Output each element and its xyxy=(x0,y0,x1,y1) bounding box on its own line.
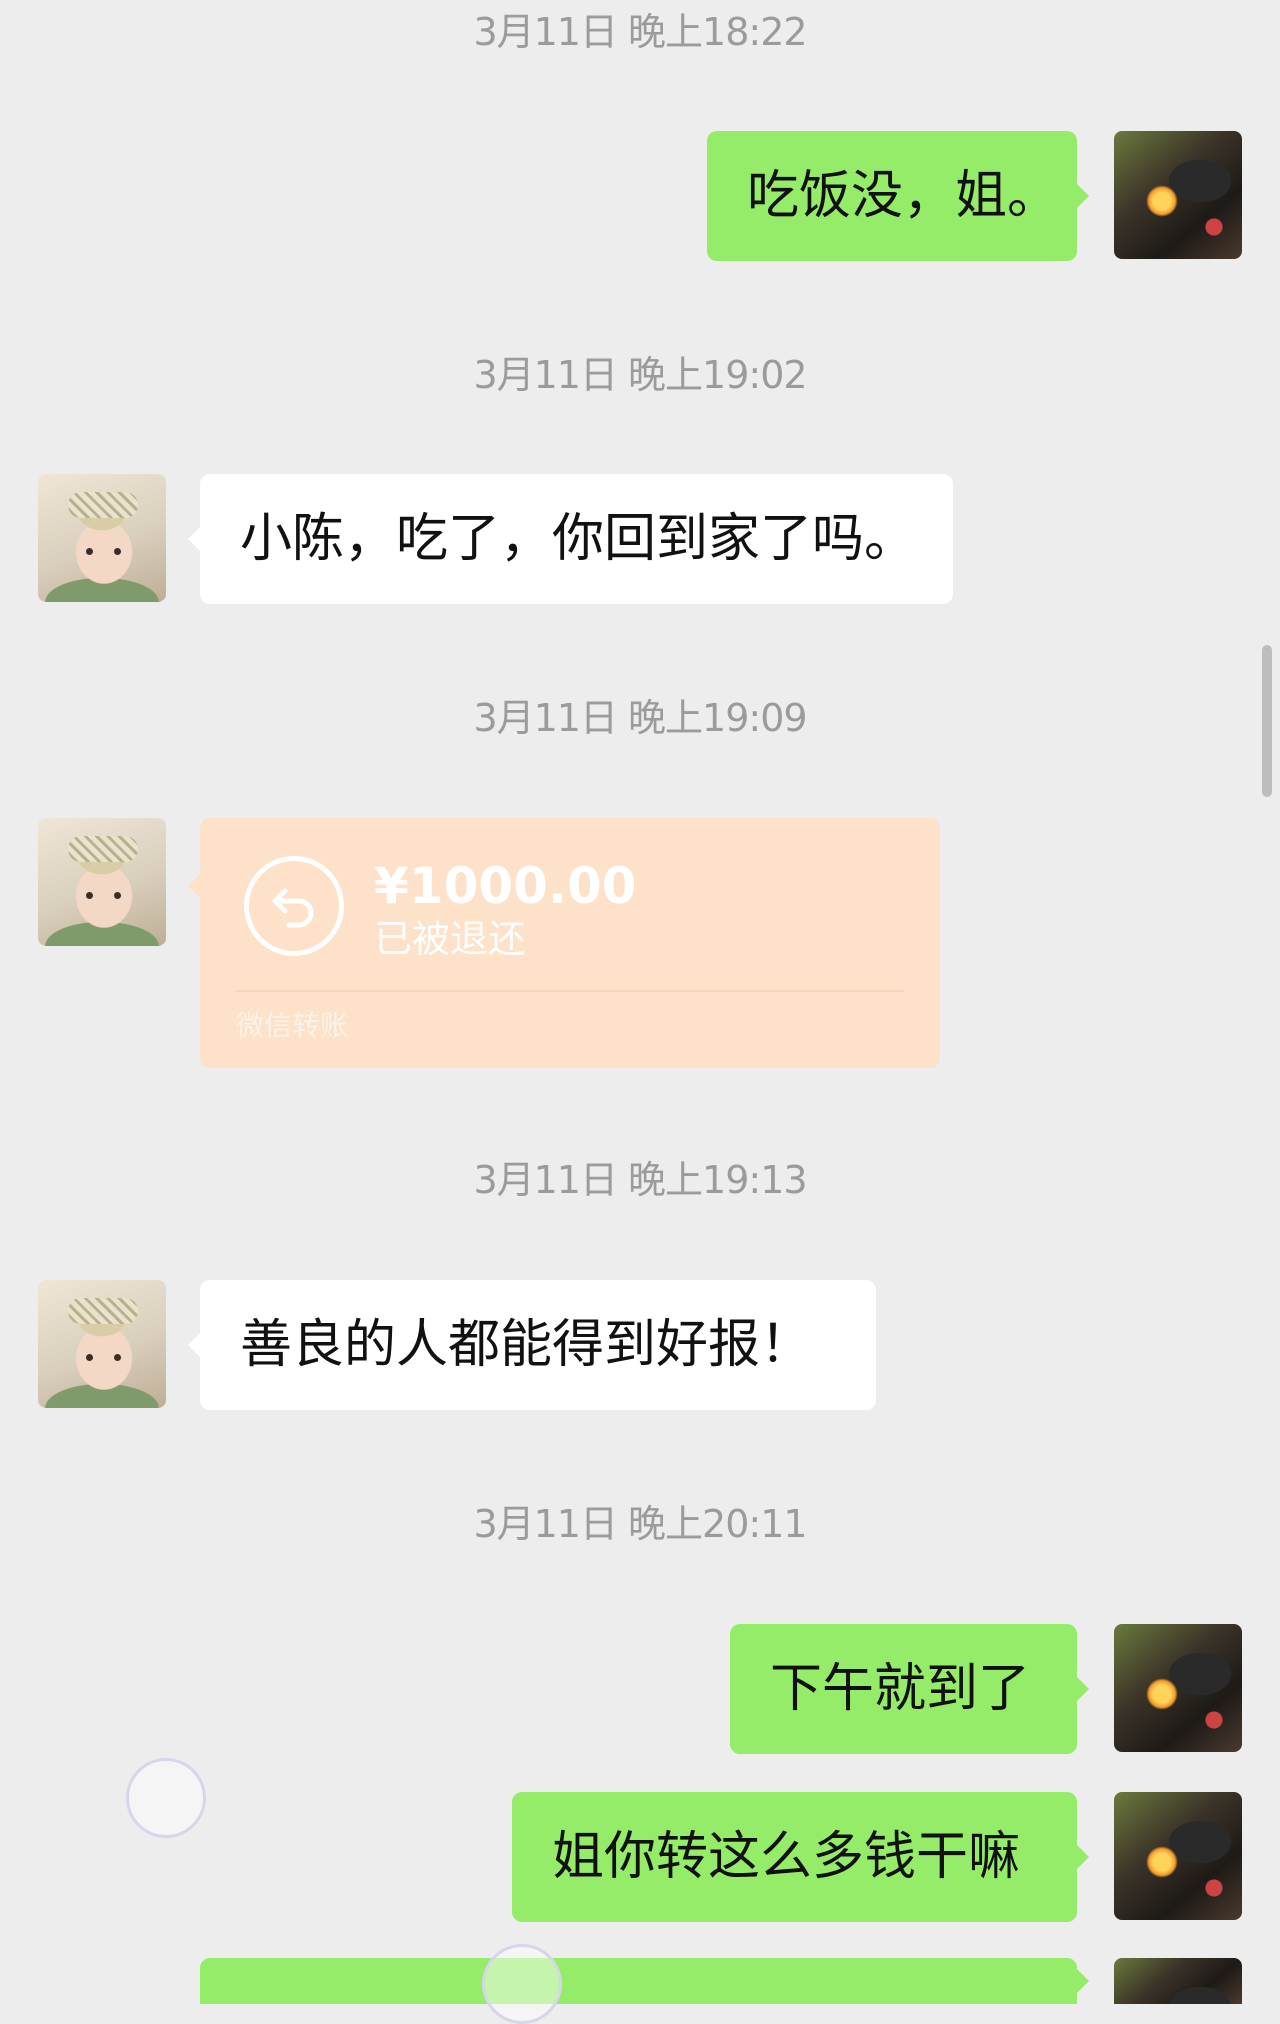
transfer-divider xyxy=(236,990,904,992)
message-bubble-outgoing[interactable]: 下午就到了 xyxy=(730,1624,1089,1754)
scrollbar-thumb[interactable] xyxy=(1262,645,1272,797)
headband-shape xyxy=(68,492,138,518)
message-bubble-incoming[interactable]: 小陈，吃了，你回到家了吗。 xyxy=(188,474,953,604)
timestamp: 3月11日 晚上20:11 xyxy=(473,1502,807,1546)
transfer-status: 已被退还 xyxy=(374,917,527,961)
touch-indicator-icon xyxy=(482,1944,562,2024)
headband-shape xyxy=(68,836,138,862)
message-bubble-incoming[interactable]: 善良的人都能得到好报！ xyxy=(188,1280,876,1410)
my-avatar[interactable] xyxy=(1114,1624,1242,1752)
avatar-eye xyxy=(86,892,93,899)
transfer-card-returned[interactable]: ¥1000.00 已被退还 微信转账 xyxy=(188,818,940,1068)
transfer-amount: ¥1000.00 xyxy=(374,857,637,915)
message-bubble-outgoing[interactable]: 吃饭没，姐。 xyxy=(707,131,1089,261)
chat-message-list[interactable]: 3月11日 晚上18:22 吃饭没，姐。 3月11日 晚上19:02 小陈，吃了… xyxy=(0,0,1280,2004)
avatar-eye xyxy=(86,548,93,555)
return-arrow-icon xyxy=(244,856,344,956)
timestamp: 3月11日 晚上19:09 xyxy=(473,696,807,740)
return-arrow-glyph xyxy=(272,888,314,928)
message-bubble-outgoing[interactable]: 姐你转这么多钱干嘛 xyxy=(512,1792,1089,1922)
avatar-eye xyxy=(86,1354,93,1361)
my-avatar[interactable] xyxy=(1114,131,1242,259)
avatar-eye xyxy=(114,1354,121,1361)
timestamp: 3月11日 晚上18:22 xyxy=(473,10,807,54)
transfer-brand-label: 微信转账 xyxy=(236,1009,349,1042)
timestamp: 3月11日 晚上19:02 xyxy=(473,353,807,397)
my-avatar[interactable] xyxy=(1114,1792,1242,1920)
contact-avatar[interactable] xyxy=(38,474,166,602)
avatar-eye xyxy=(114,548,121,555)
avatar-eye xyxy=(114,892,121,899)
message-bubble-outgoing-partial[interactable] xyxy=(200,1958,1089,2004)
my-avatar[interactable] xyxy=(1114,1958,1242,2004)
contact-avatar[interactable] xyxy=(38,1280,166,1408)
headband-shape xyxy=(68,1298,138,1324)
touch-indicator-icon xyxy=(126,1758,206,1838)
timestamp: 3月11日 晚上19:13 xyxy=(473,1158,807,1202)
contact-avatar[interactable] xyxy=(38,818,166,946)
